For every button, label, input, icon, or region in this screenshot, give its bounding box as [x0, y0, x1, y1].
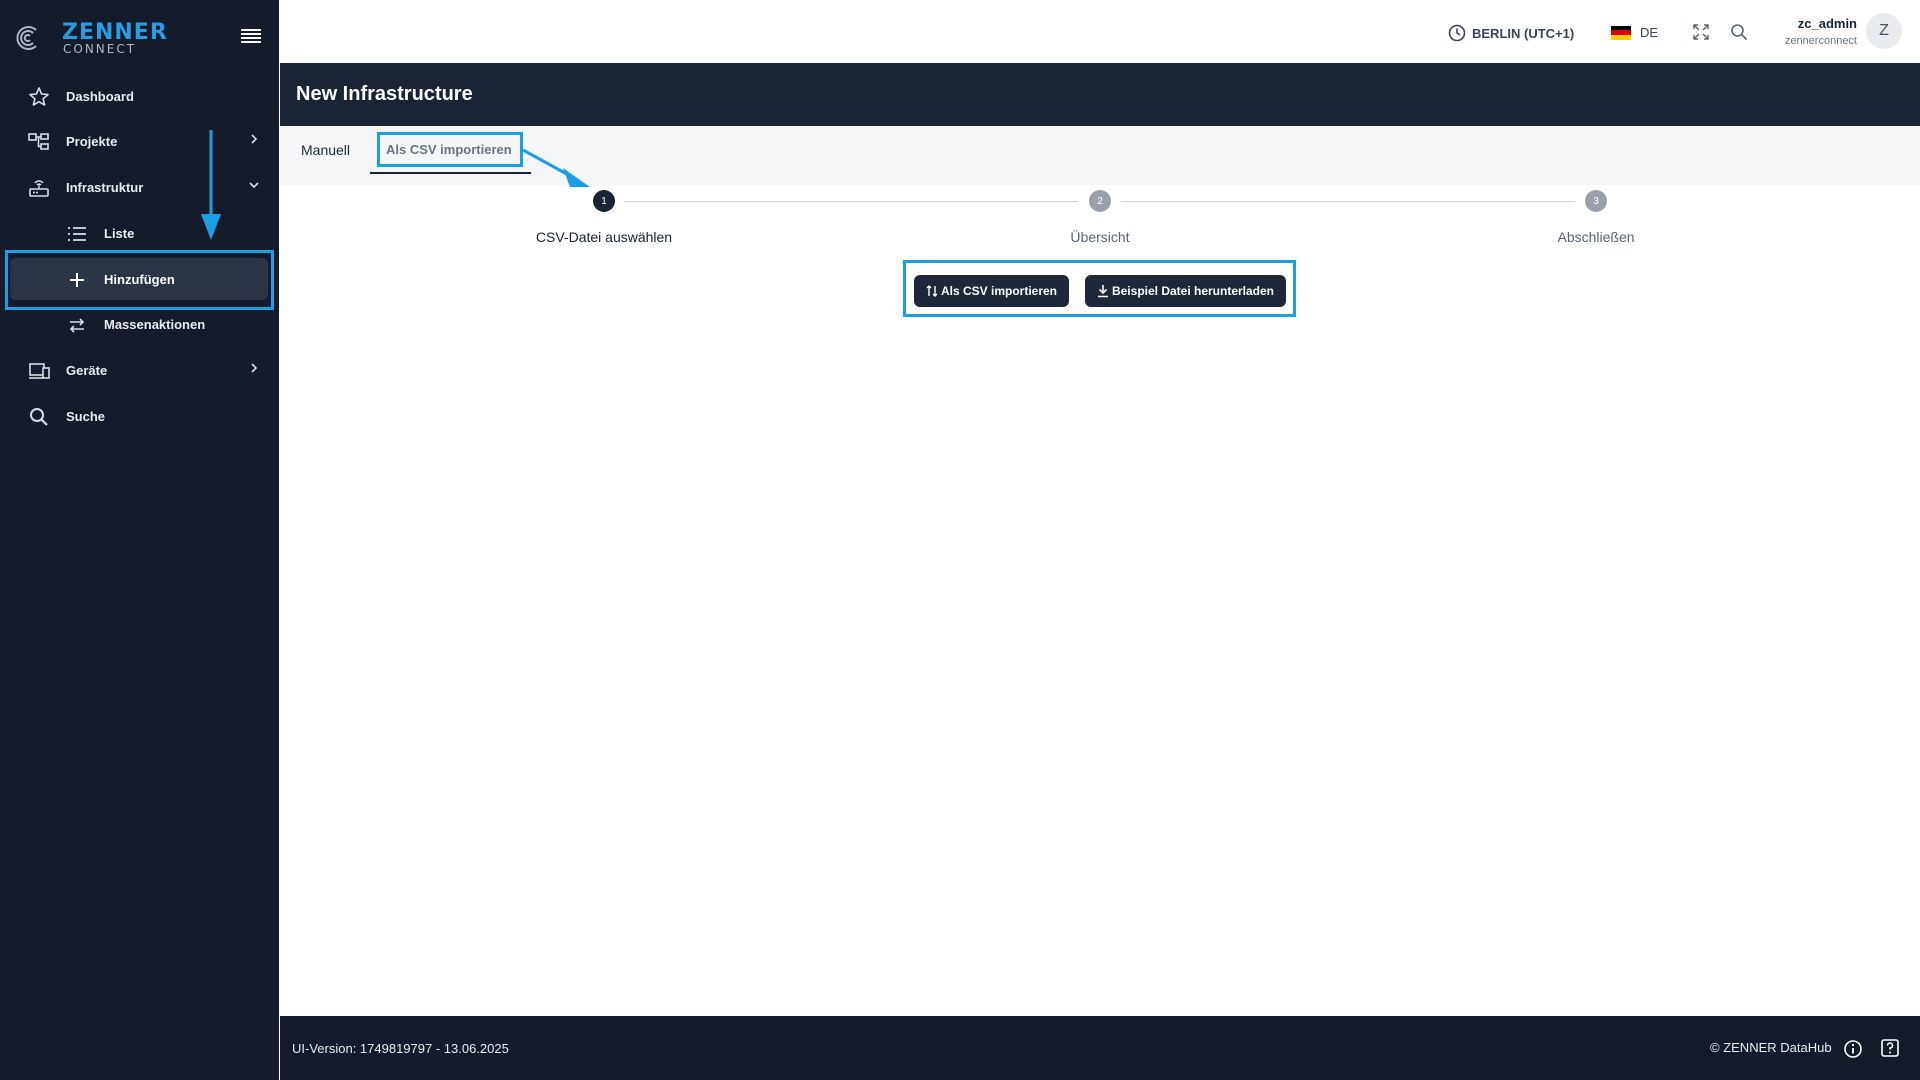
brand-logo[interactable]: ZENNER CONNECT	[14, 20, 194, 60]
sidebar-item-liste[interactable]: Liste	[0, 213, 279, 253]
router-icon	[29, 180, 49, 197]
clock-icon	[1448, 24, 1466, 42]
hamburger-line	[241, 41, 261, 43]
sidebar-item-suche[interactable]: Suche	[0, 396, 279, 436]
step-2-indicator: 2	[1089, 190, 1111, 212]
hierarchy-icon	[28, 133, 49, 150]
sidebar-item-label: Massenaktionen	[104, 316, 206, 332]
germany-flag-icon	[1611, 25, 1631, 40]
star-icon	[29, 87, 49, 106]
stepper-connector	[1121, 201, 1575, 202]
sidebar-item-label: Geräte	[66, 362, 108, 378]
user-name: zc_admin	[1797, 16, 1857, 31]
sidebar-item-projekte[interactable]: Projekte	[0, 121, 279, 161]
menu-toggle-button[interactable]	[241, 29, 261, 45]
step-1-label: CSV-Datei auswählen	[535, 229, 673, 245]
hamburger-line	[241, 29, 261, 31]
sidebar-item-infrastruktur[interactable]: Infrastruktur	[0, 167, 279, 207]
user-avatar[interactable]: Z	[1866, 13, 1902, 49]
import-csv-button[interactable]: Als CSV importieren	[914, 275, 1069, 307]
language-selector[interactable]: DE	[1611, 25, 1658, 40]
chevron-right-icon	[251, 363, 258, 373]
language-label: DE	[1640, 25, 1659, 40]
download-example-button[interactable]: Beispiel Datei herunterladen	[1085, 275, 1286, 307]
step-2-label: Übersicht	[1070, 229, 1130, 245]
list-icon	[68, 227, 86, 241]
step-3-label: Abschließen	[1557, 229, 1635, 245]
zenner-logo-icon	[16, 26, 37, 50]
sidebar: ZENNER CONNECT Dashboard Projekte Infras…	[0, 0, 279, 1080]
copyright-text: © ZENNER DataHub	[1710, 1040, 1832, 1055]
sidebar-item-label: Suche	[66, 408, 106, 424]
tab-bar: Manuell Als CSV importieren	[280, 126, 1920, 185]
sidebar-item-label: Projekte	[66, 133, 118, 149]
search-icon[interactable]	[1730, 23, 1748, 41]
footer: UI-Version: 1749819797 - 13.06.2025 © ZE…	[280, 1016, 1920, 1080]
sidebar-item-hinzufuegen[interactable]: Hinzufügen	[0, 259, 279, 299]
sidebar-item-dashboard[interactable]: Dashboard	[0, 76, 279, 116]
plus-icon	[70, 273, 84, 287]
download-icon	[1097, 285, 1108, 298]
page-header: New Infrastructure	[280, 63, 1920, 126]
chevron-right-icon	[251, 134, 258, 144]
user-organization: zennerconnect	[1784, 35, 1857, 47]
download-example-button-label: Beispiel Datei herunterladen	[1111, 284, 1275, 298]
step-1-indicator: 1	[593, 190, 615, 212]
sidebar-item-massenaktionen[interactable]: Massenaktionen	[0, 304, 279, 344]
tab-manuell[interactable]: Manuell	[301, 142, 350, 158]
search-icon	[30, 408, 48, 426]
help-icon[interactable]	[1880, 1038, 1900, 1058]
sidebar-item-label: Liste	[104, 225, 135, 241]
devices-icon	[29, 363, 50, 379]
timezone-selector[interactable]: BERLIN (UTC+1)	[1448, 24, 1574, 42]
info-icon[interactable]	[1843, 1039, 1863, 1059]
top-bar: BERLIN (UTC+1) DE zc_admin zennerconnect…	[280, 0, 1920, 63]
sidebar-item-geraete[interactable]: Geräte	[0, 350, 279, 390]
chevron-down-icon	[249, 182, 259, 189]
swap-arrows-icon	[69, 318, 85, 333]
active-tab-indicator	[370, 172, 531, 174]
step-3-indicator: 3	[1585, 190, 1607, 212]
sidebar-item-label: Infrastruktur	[66, 179, 144, 195]
ui-version: UI-Version: 1749819797 - 13.06.2025	[292, 1041, 509, 1056]
page-title: New Infrastructure	[296, 83, 473, 105]
timezone-label: BERLIN (UTC+1)	[1472, 25, 1575, 41]
logo-subtext: CONNECT	[63, 42, 137, 56]
hamburger-line	[241, 37, 261, 39]
sort-arrows-icon	[926, 285, 938, 297]
fullscreen-icon[interactable]	[1693, 24, 1709, 40]
hamburger-line	[241, 33, 261, 35]
sidebar-item-label: Hinzufügen	[104, 271, 175, 287]
tab-csv-import[interactable]: Als CSV importieren	[386, 142, 512, 157]
stepper-connector	[624, 201, 1078, 202]
import-csv-button-label: Als CSV importieren	[940, 284, 1058, 298]
sidebar-item-label: Dashboard	[66, 88, 134, 104]
